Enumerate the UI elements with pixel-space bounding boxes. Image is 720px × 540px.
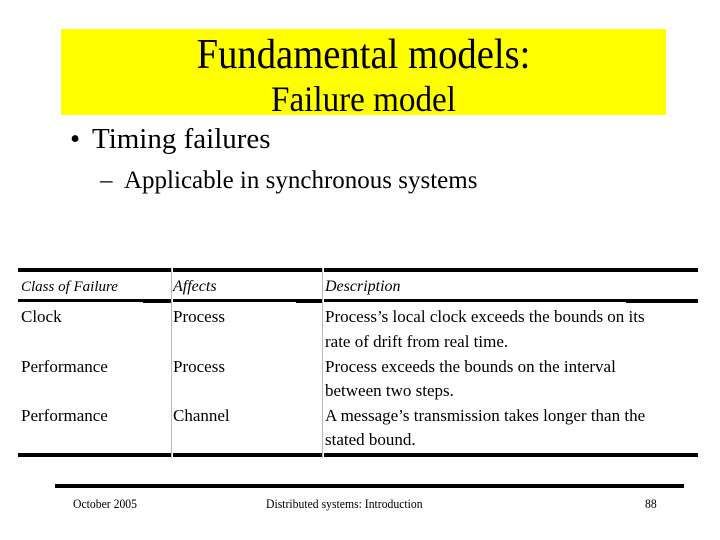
cell-description: Process exceeds the bounds on the interv… <box>325 357 616 376</box>
cell-description: stated bound. <box>325 430 416 449</box>
header-class-of-failure: Class of Failure <box>21 279 118 295</box>
cell-class: Performance <box>21 357 108 376</box>
cell-description: Process’s local clock exceeds the bounds… <box>325 307 645 326</box>
bullet-level2: – Applicable in synchronous systems <box>100 165 477 197</box>
header-rule <box>143 299 171 303</box>
slide-title-banner: Fundamental models: Failure model <box>61 29 666 119</box>
cell-class: Performance <box>21 406 108 425</box>
column-divider <box>171 268 172 458</box>
bullet-marker: • <box>70 123 81 155</box>
footer-rule <box>55 484 684 488</box>
bullet-text: Applicable in synchronous systems <box>124 167 478 194</box>
cell-description: A message’s transmission takes longer th… <box>325 406 646 425</box>
footer-page-number: 88 <box>645 496 657 511</box>
table-top-rule <box>173 268 322 272</box>
cell-description: between two steps. <box>325 381 454 400</box>
table-bottom-rule <box>173 453 322 457</box>
cell-class: Clock <box>21 307 62 326</box>
cell-description: rate of drift from real time. <box>325 332 509 351</box>
footer-date: October 2005 <box>73 496 138 511</box>
cell-affects: Channel <box>173 406 230 425</box>
table-bottom-rule <box>18 453 171 457</box>
column-divider <box>322 268 323 458</box>
bullet-marker: – <box>100 167 113 194</box>
header-rule <box>626 299 698 303</box>
table-bottom-rule <box>324 453 698 457</box>
bullet-text: Timing failures <box>92 123 271 155</box>
footer-course: Distributed systems: Introduction <box>266 496 423 511</box>
table-top-rule <box>324 268 698 272</box>
header-rule <box>296 299 322 303</box>
slide-subtitle: Failure model <box>271 79 456 119</box>
header-affects: Affects <box>173 278 217 295</box>
header-description: Description <box>325 278 401 295</box>
slide-title: Fundamental models: <box>196 32 531 78</box>
table-top-rule <box>18 268 171 272</box>
cell-affects: Process <box>173 307 225 326</box>
cell-affects: Process <box>173 357 225 376</box>
bullet-level1: • Timing failures <box>70 122 271 156</box>
